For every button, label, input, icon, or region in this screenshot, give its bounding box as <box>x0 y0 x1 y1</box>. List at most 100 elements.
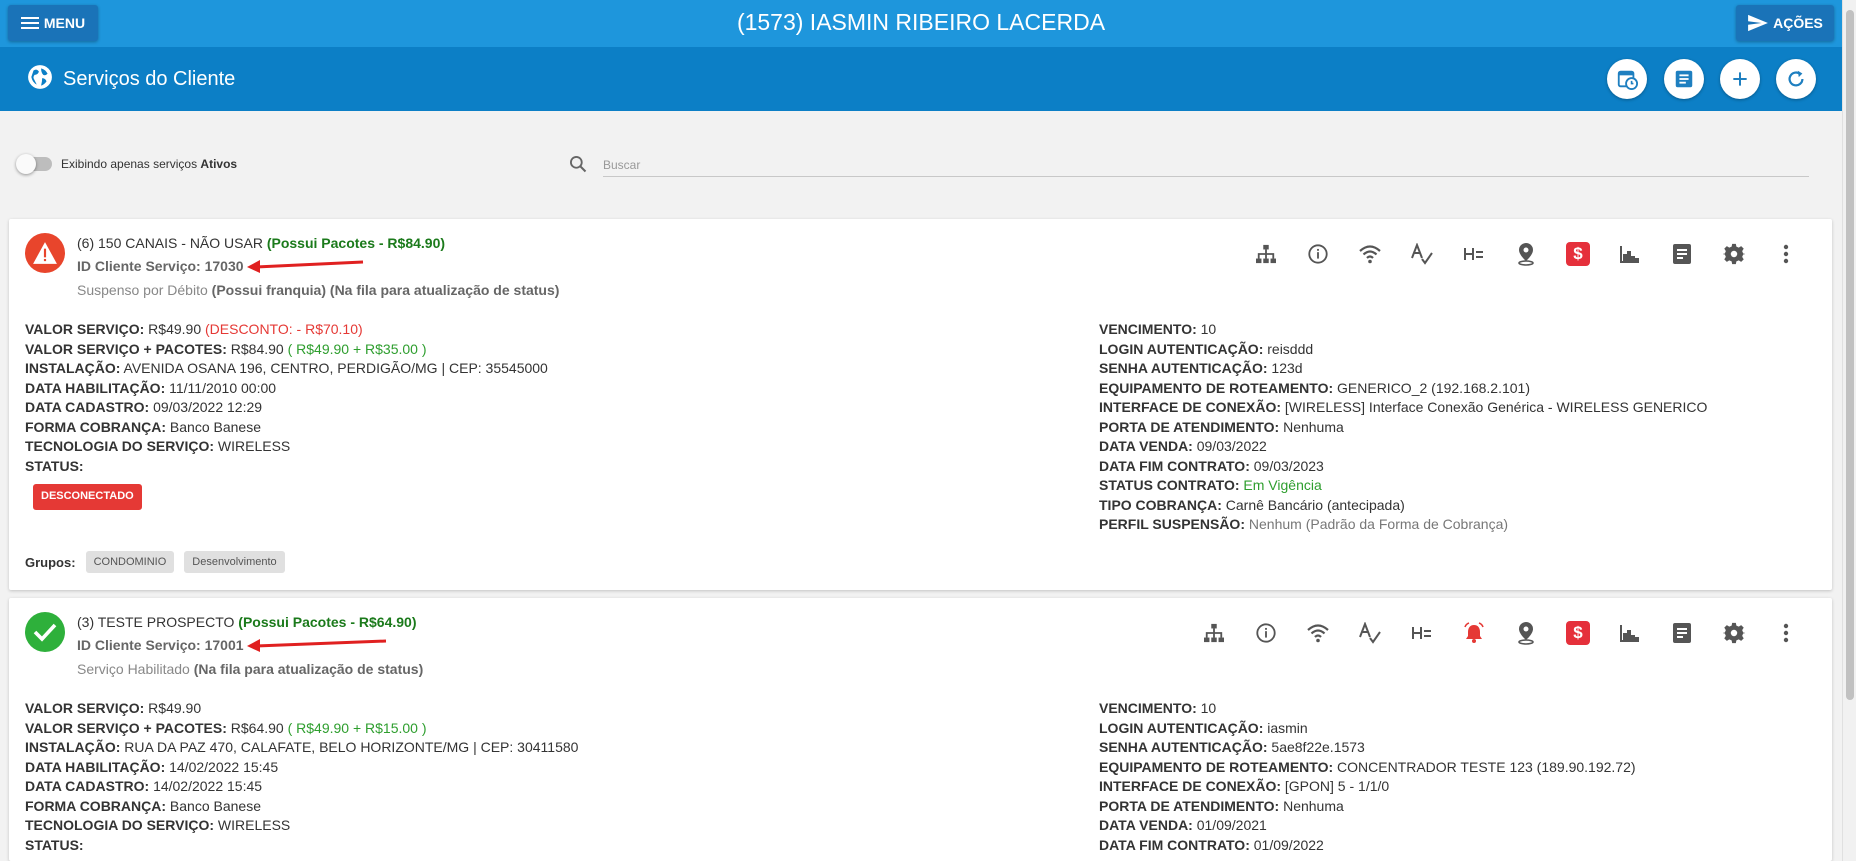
more-options-button[interactable] <box>1760 239 1812 269</box>
page-title: Serviços do Cliente <box>63 68 236 90</box>
detail-row: EQUIPAMENTO DE ROTEAMENTO: CONCENTRADOR … <box>1099 758 1636 775</box>
scrollbar-thumb[interactable] <box>1846 10 1854 700</box>
actions-button[interactable]: AÇÕES <box>1736 5 1834 41</box>
section-header: Serviços do Cliente <box>0 47 1842 111</box>
service-actions: $ <box>1188 618 1812 648</box>
sitemap-icon <box>1204 623 1224 643</box>
group-chip[interactable]: Desenvolvimento <box>184 551 285 573</box>
calendar-clock-icon <box>1617 70 1638 90</box>
detail-row: STATUS CONTRATO: Em Vigência <box>1099 477 1322 493</box>
detail-row: PERFIL SUSPENSÃO: Nenhum (Padrão da Form… <box>1099 516 1509 532</box>
warning-icon <box>33 242 57 264</box>
schedule-button[interactable] <box>1607 59 1647 99</box>
info-button[interactable] <box>1240 618 1292 648</box>
info-button[interactable] <box>1292 239 1344 269</box>
map-pin-icon <box>1518 243 1534 266</box>
active-only-toggle[interactable] <box>16 154 52 174</box>
detail-row: INTERFACE DE CONEXÃO: [GPON] 5 - 1/1/0 <box>1099 778 1390 794</box>
chart-button[interactable] <box>1604 239 1656 269</box>
alarm-bell-icon <box>1464 622 1484 643</box>
header-equals-button[interactable] <box>1396 618 1448 648</box>
detail-row: VALOR SERVIÇO: R$49.90 <box>25 700 202 716</box>
spellcheck-icon <box>1411 243 1433 265</box>
kebab-icon <box>1783 244 1789 264</box>
search-icon <box>570 156 587 173</box>
settings-button[interactable] <box>1708 618 1760 648</box>
detail-row: INSTALAÇÃO: AVENIDA OSANA 196, CENTRO, P… <box>25 360 548 376</box>
wifi-icon <box>1359 245 1381 264</box>
topology-button[interactable] <box>1240 239 1292 269</box>
wifi-button[interactable] <box>1292 618 1344 648</box>
warning-status <box>25 233 65 273</box>
detail-row: VALOR SERVIÇO + PACOTES: R$84.90 ( R$49.… <box>25 340 427 357</box>
spellcheck-icon <box>1359 622 1381 644</box>
gear-icon <box>1723 243 1745 265</box>
topology-button[interactable] <box>1188 618 1240 648</box>
detail-row: TECNOLOGIA DO SERVIÇO: WIRELESS <box>25 438 291 454</box>
h-equals-icon <box>1464 248 1483 260</box>
check-icon <box>33 623 57 642</box>
detail-row: DATA CADASTRO: 09/03/2022 12:29 <box>25 399 263 415</box>
kebab-icon <box>1783 623 1789 643</box>
refresh-icon <box>1788 70 1804 87</box>
location-button[interactable] <box>1500 239 1552 269</box>
map-pin-icon <box>1518 622 1534 645</box>
add-service-button[interactable] <box>1720 59 1760 99</box>
detail-row: LOGIN AUTENTICAÇÃO: reisddd <box>1099 340 1314 357</box>
wifi-button[interactable] <box>1344 239 1396 269</box>
refresh-button[interactable] <box>1776 59 1816 99</box>
gear-icon <box>1723 622 1745 644</box>
service-card: (3) TESTE PROSPECTO (Possui Pacotes - R$… <box>9 598 1832 861</box>
dollar-icon: $ <box>1566 621 1590 645</box>
client-title: (1573) IASMIN RIBEIRO LACERDA <box>736 9 1106 35</box>
status-badge: DESCONECTADO <box>33 484 142 510</box>
service-card: (6) 150 CANAIS - NÃO USAR (Possui Pacote… <box>9 219 1832 590</box>
document-button[interactable] <box>1656 239 1708 269</box>
spellcheck-button[interactable] <box>1396 239 1448 269</box>
detail-row: SENHA AUTENTICAÇÃO: 5ae8f22e.1573 <box>1099 739 1365 755</box>
service-title: (3) TESTE PROSPECTO (Possui Pacotes - R$… <box>77 614 417 630</box>
detail-row: PORTA DE ATENDIMENTO: Nenhuma <box>1099 418 1344 435</box>
toggle-knob[interactable] <box>16 154 36 174</box>
actions-label: AÇÕES <box>1773 15 1823 31</box>
detail-row: INSTALAÇÃO: RUA DA PAZ 470, CALAFATE, BE… <box>25 739 579 755</box>
document-button[interactable] <box>1656 618 1708 648</box>
spellcheck-button[interactable] <box>1344 618 1396 648</box>
settings-button[interactable] <box>1708 239 1760 269</box>
detail-row: DATA VENDA: 09/03/2022 <box>1099 438 1267 454</box>
red-arrow-annotation <box>247 639 387 652</box>
vertical-scrollbar[interactable] <box>1842 0 1856 861</box>
stairs-chart-icon <box>1620 246 1639 263</box>
wifi-icon <box>1307 624 1329 643</box>
success-status <box>25 612 65 652</box>
service-actions: $ <box>1240 239 1812 269</box>
document-icon <box>1673 623 1691 643</box>
stairs-chart-icon <box>1620 625 1639 642</box>
service-title: (6) 150 CANAIS - NÃO USAR (Possui Pacote… <box>77 235 446 251</box>
service-details-right: VENCIMENTO: 10 LOGIN AUTENTICAÇÃO: reisd… <box>1099 320 1707 535</box>
send-icon <box>1748 14 1768 32</box>
header-equals-button[interactable] <box>1448 239 1500 269</box>
detail-row: SENHA AUTENTICAÇÃO: 123d <box>1099 360 1303 376</box>
billing-button[interactable]: $ <box>1552 239 1604 269</box>
alarm-button[interactable] <box>1448 618 1500 648</box>
billing-button[interactable]: $ <box>1552 618 1604 648</box>
list-icon <box>1675 70 1693 88</box>
toggle-label: Exibindo apenas serviços Ativos <box>61 157 238 171</box>
detail-row: TIPO COBRANÇA: Carnê Bancário (antecipad… <box>1099 496 1405 513</box>
search-input[interactable] <box>603 153 1809 177</box>
top-bar: MENU (1573) IASMIN RIBEIRO LACERDA AÇÕES <box>0 0 1842 47</box>
detail-row: STATUS: <box>25 457 84 474</box>
location-button[interactable] <box>1500 618 1552 648</box>
list-button[interactable] <box>1664 59 1704 99</box>
service-status: Serviço Habilitado (Na fila para atualiz… <box>77 661 424 677</box>
group-chip[interactable]: CONDOMINIO <box>85 551 175 573</box>
globe-icon <box>28 65 52 89</box>
service-details-left: VALOR SERVIÇO: R$49.90 (DESCONTO: - R$70… <box>25 320 548 510</box>
groups: Grupos: CONDOMINIO Desenvolvimento <box>25 551 285 573</box>
chart-button[interactable] <box>1604 618 1656 648</box>
more-options-button[interactable] <box>1760 618 1812 648</box>
service-details-right: VENCIMENTO: 10 LOGIN AUTENTICAÇÃO: iasmi… <box>1099 699 1636 855</box>
detail-row: LOGIN AUTENTICAÇÃO: iasmin <box>1099 719 1308 736</box>
sitemap-icon <box>1256 244 1276 264</box>
